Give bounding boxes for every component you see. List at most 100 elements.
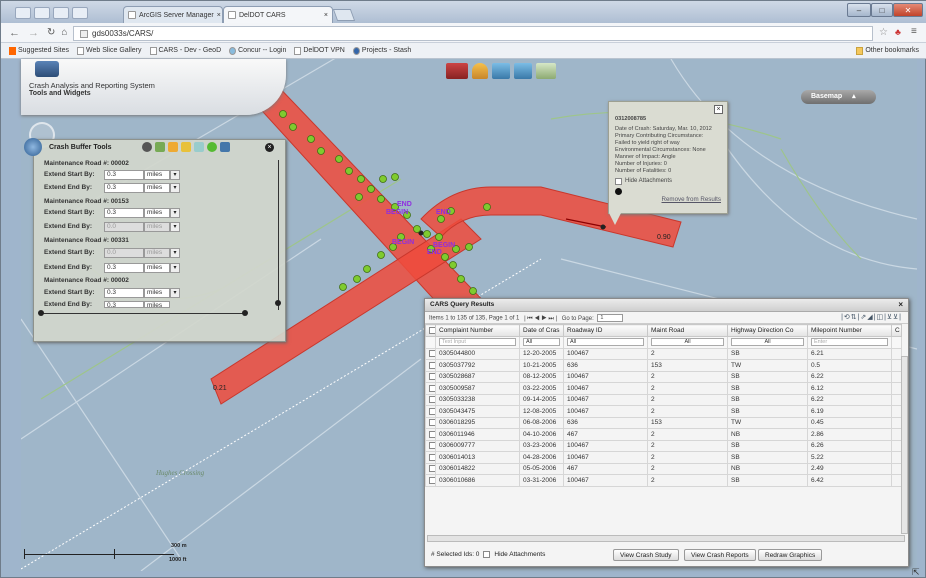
extend-end-input[interactable]: 0.3 [104,301,144,309]
table-row[interactable]: 0306014013 04-28-2006 100467 2 SB 5.22 [425,451,902,464]
row-checkbox[interactable] [425,428,436,441]
scrollbar[interactable] [278,160,279,310]
table-row[interactable]: 0305043475 12-08-2005 100467 2 SB 6.19 [425,405,902,418]
select-all-checkbox[interactable] [425,324,436,337]
pager-nav-icons[interactable]: | ⏮ ◀ ▶ ⏭ | [524,316,557,322]
minimize-button[interactable]: – [847,3,871,17]
row-checkbox[interactable] [425,359,436,372]
close-icon[interactable]: × [714,105,723,114]
column-header[interactable]: Maint Road [647,324,728,337]
page-select[interactable]: 1 [597,314,624,322]
pinned-tab-icon[interactable] [72,7,88,19]
filter-input[interactable]: Enter [811,338,888,347]
table-row[interactable]: 0306018295 06-08-2006 636 153 TW 0.45 [425,416,902,429]
close-icon[interactable]: × [217,12,221,19]
row-checkbox[interactable] [425,393,436,406]
query-icon[interactable] [492,63,510,79]
results-icon[interactable] [536,63,556,79]
chevron-down-icon[interactable]: ▾ [170,170,180,180]
view-crash-study-button[interactable]: View Crash Study [613,549,679,561]
other-bookmarks[interactable]: Other bookmarks [856,46,919,55]
extend-end-input[interactable]: 0.3 [104,183,144,193]
chevron-down-icon[interactable]: ▾ [170,288,180,298]
buffer-icon[interactable] [514,63,532,79]
extend-start-input[interactable]: 0.3 [104,288,144,298]
checkbox[interactable] [615,178,622,185]
row-checkbox[interactable] [425,474,436,487]
table-row[interactable]: 0306009777 03-23-2006 100467 2 SB 6.26 [425,439,902,452]
url-text[interactable]: gds0033s/CARS/ [92,29,153,38]
slider-track[interactable] [40,313,245,314]
export-icon[interactable] [220,142,230,152]
column-header[interactable]: C [891,324,902,337]
filter-select[interactable]: All [523,338,560,347]
unit-select[interactable]: miles [144,248,170,258]
row-checkbox[interactable] [425,462,436,475]
horizontal-scrollbar[interactable] [427,535,905,542]
filter-select[interactable]: All [731,338,804,347]
remove-from-results-link[interactable]: Remove from Results [615,196,722,203]
extend-end-input[interactable]: 0.3 [104,263,144,273]
close-window-button[interactable]: ✕ [893,3,923,17]
bookmark-projects-stash[interactable]: Projects - Stash [352,46,411,55]
unit-select[interactable]: miles [144,222,170,232]
close-icon[interactable]: × [324,12,328,19]
table-row[interactable]: 0306014822 05-05-2006 467 2 NB 2.49 [425,462,902,475]
folder-icon[interactable] [181,142,191,152]
unit-select[interactable]: miles [144,170,170,180]
pinned-tab-icon[interactable] [15,7,31,19]
filter-select[interactable]: All [567,338,644,347]
tab-deldot[interactable]: DelDOT CARS × [223,6,333,23]
extend-start-input[interactable]: 0.3 [104,170,144,180]
forward-icon[interactable]: → [28,27,39,39]
refresh-icon[interactable] [194,142,204,152]
row-checkbox[interactable] [425,382,436,395]
resize-icon[interactable]: ⇱ [912,567,920,578]
results-toolbar-icons[interactable]: |⟲⇅|⇗◢|◫|⊻⊻| [841,313,902,321]
extend-start-input[interactable]: 0.3 [104,208,144,218]
extend-start-input[interactable]: 0.0 [104,248,144,258]
slider-handle[interactable] [38,310,44,316]
edit-icon[interactable] [168,142,178,152]
back-icon[interactable]: ← [9,27,20,39]
close-icon[interactable]: × [265,143,274,152]
star-icon[interactable]: ☆ [879,27,888,38]
table-row[interactable]: 0305009587 03-22-2005 100467 2 SB 6.12 [425,382,902,395]
column-header[interactable]: Complaint Number [435,324,520,337]
home-icon[interactable]: ⌂ [61,27,67,38]
tab-arcgis[interactable]: ArcGIS Server Manager × [123,6,223,23]
table-row[interactable]: 0305044800 12-20-2005 100467 2 SB 6.21 [425,347,902,360]
unit-select[interactable]: miles [144,208,170,218]
column-header[interactable]: Milepoint Number [807,324,892,337]
row-checkbox[interactable] [425,405,436,418]
save-icon[interactable] [207,142,217,152]
table-row[interactable]: 0305033238 09-14-2005 100467 2 SB 6.22 [425,393,902,406]
identify-icon[interactable] [472,63,488,79]
chevron-down-icon[interactable]: ▾ [170,222,180,232]
layers-icon[interactable] [446,63,468,79]
unit-select[interactable]: miles [144,183,170,193]
unit-select[interactable]: miles [144,263,170,273]
redraw-graphics-button[interactable]: Redraw Graphics [758,549,823,561]
zoom-icon[interactable] [142,142,152,152]
column-header[interactable]: Roadway ID [563,324,648,337]
new-tab-button[interactable] [332,9,356,21]
maximize-button[interactable]: □ [871,3,893,17]
row-checkbox[interactable] [425,439,436,452]
vertical-scrollbar[interactable] [901,356,908,534]
scroll-handle[interactable] [275,300,281,306]
row-checkbox[interactable] [425,347,436,360]
filter-select[interactable]: All [651,338,724,347]
pinned-tab-icon[interactable] [53,7,69,19]
row-checkbox[interactable] [425,416,436,429]
close-icon[interactable]: × [898,300,903,309]
bookmark-concur[interactable]: Concur -- Login [229,46,286,55]
slider-handle[interactable] [242,310,248,316]
extend-end-input[interactable]: 0.0 [104,222,144,232]
zoom-to-icon[interactable] [615,188,622,195]
address-bar[interactable]: gds0033s/CARS/ [73,26,873,41]
table-row[interactable]: 0305028687 08-12-2005 100467 2 SB 6.22 [425,370,902,383]
row-checkbox[interactable] [425,370,436,383]
pinned-tabs[interactable] [15,7,115,21]
column-header[interactable]: Date of Cras [519,324,564,337]
